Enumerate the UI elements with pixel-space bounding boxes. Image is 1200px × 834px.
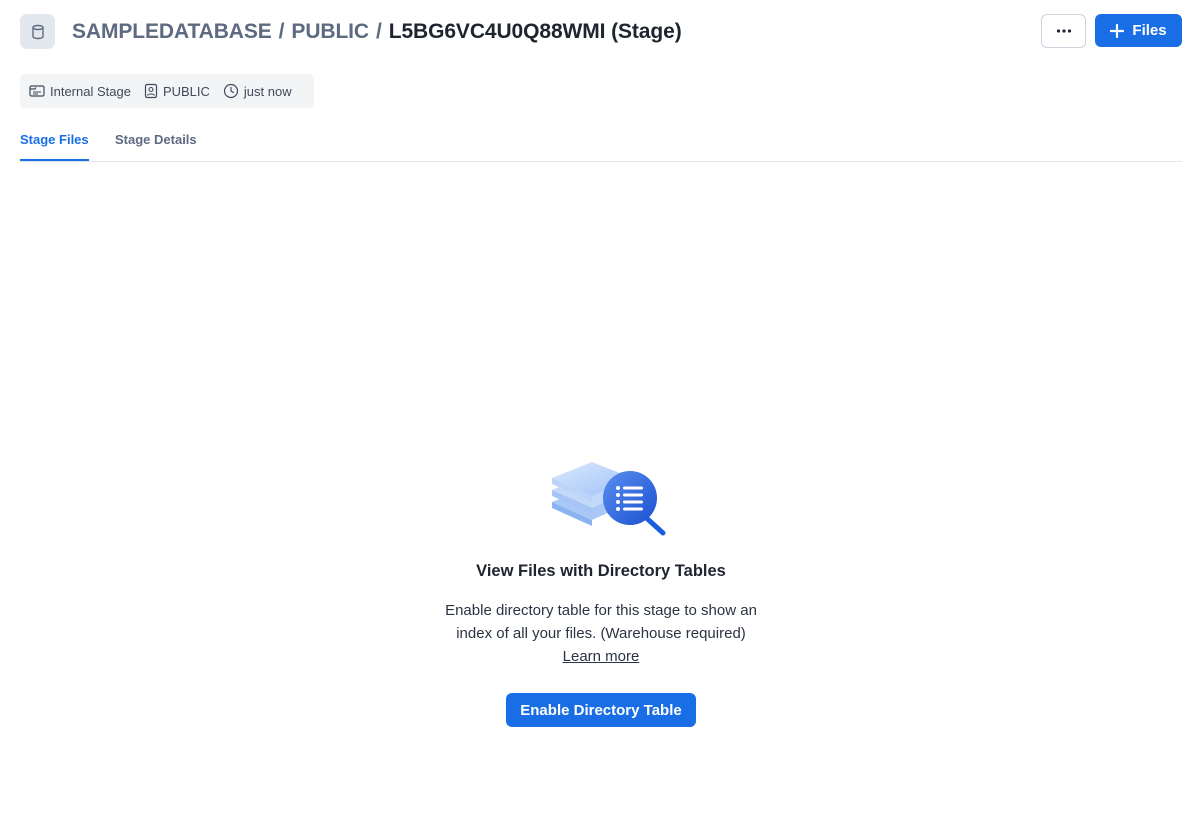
stage-name: L5BG6VC4U0Q88WMI (Stage) xyxy=(388,20,682,43)
learn-more-link[interactable]: Learn more xyxy=(563,648,640,665)
meta-stage-type: Internal Stage xyxy=(29,84,131,99)
breadcrumb-database[interactable]: SAMPLEDATABASE xyxy=(72,20,272,44)
empty-state-description-line-2: index of all your files. (Warehouse requ… xyxy=(456,625,746,642)
breadcrumb-separator: / xyxy=(278,20,285,43)
empty-state-title: View Files with Directory Tables xyxy=(476,562,726,580)
more-actions-button[interactable] xyxy=(1041,14,1086,48)
breadcrumb-schema[interactable]: PUBLIC xyxy=(291,20,369,44)
ellipsis-icon xyxy=(1056,29,1071,33)
meta-stage-type-label: Internal Stage xyxy=(50,83,131,99)
page-title: SAMPLEDATABASE / PUBLIC / L5BG6VC4U0Q88W… xyxy=(72,16,682,48)
meta-updated-label: just now xyxy=(243,83,292,99)
database-icon xyxy=(20,14,55,49)
files-button-label: Files xyxy=(1132,22,1167,39)
active-tab-indicator xyxy=(20,159,89,161)
plus-icon xyxy=(1110,23,1125,38)
add-files-button[interactable]: Files xyxy=(1095,14,1182,47)
meta-owner: PUBLIC xyxy=(144,83,210,99)
stage-meta-bar: Internal Stage PUBLIC just now xyxy=(20,74,314,108)
empty-state-description: Enable directory table for this stage to… xyxy=(400,599,802,668)
clock-icon xyxy=(223,83,239,99)
stage-icon xyxy=(29,85,45,97)
directory-search-illustration xyxy=(552,462,666,536)
meta-updated: just now xyxy=(223,83,292,99)
meta-owner-label: PUBLIC xyxy=(162,83,210,99)
empty-state-description-line-1: Enable directory table for this stage to… xyxy=(445,602,757,619)
breadcrumb-separator: / xyxy=(376,20,382,43)
user-badge-icon xyxy=(144,83,158,99)
enable-directory-table-button[interactable]: Enable Directory Table xyxy=(506,693,696,727)
tab-bar: Stage Files Stage Details xyxy=(20,125,1182,162)
tab-stage-details[interactable]: Stage Details xyxy=(115,132,197,147)
tab-stage-files[interactable]: Stage Files xyxy=(20,132,89,147)
